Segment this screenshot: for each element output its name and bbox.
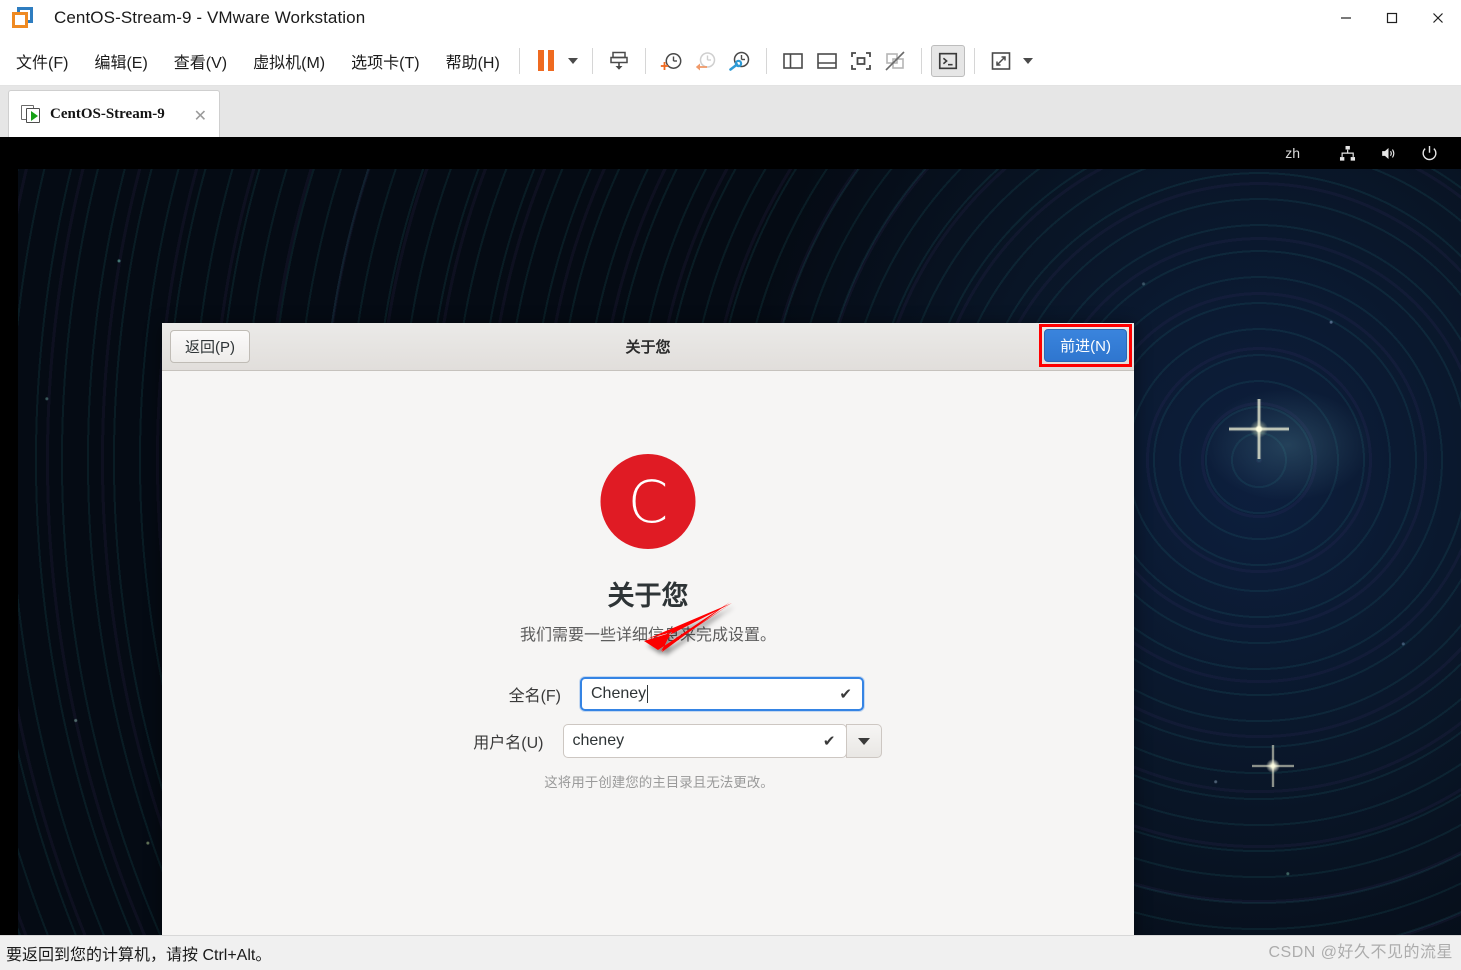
full-name-input[interactable]: Cheney ✔ bbox=[580, 677, 864, 711]
chevron-down-icon bbox=[567, 57, 578, 64]
watermark: CSDN @好久不见的流星 bbox=[1268, 944, 1453, 961]
toolbar-divider bbox=[973, 47, 975, 74]
menu-vm[interactable]: 虚拟机(M) bbox=[243, 45, 335, 77]
window-title: CentOS-Stream-9 - VMware Workstation bbox=[54, 8, 366, 27]
dialog-title: 关于您 bbox=[625, 339, 671, 356]
avatar-letter: C bbox=[627, 467, 669, 536]
close-icon bbox=[1433, 13, 1443, 23]
pause-icon bbox=[537, 50, 554, 71]
initial-setup-dialog: 返回(P) 关于您 前进(N) C 关于您 我们需要一些详细信息来完成设置。 全… bbox=[162, 323, 1134, 935]
suspend-save-icon bbox=[610, 51, 628, 70]
vmware-logo-icon bbox=[10, 5, 36, 31]
power-icon[interactable] bbox=[1420, 144, 1439, 163]
fullscreen-button[interactable] bbox=[844, 45, 878, 77]
username-hint: 这将用于创建您的主目录且无法更改。 bbox=[544, 775, 774, 790]
vm-running-icon bbox=[21, 105, 41, 123]
menu-file[interactable]: 文件(F) bbox=[6, 45, 78, 77]
toolbar-divider bbox=[920, 47, 922, 74]
toolbar-divider bbox=[518, 47, 520, 74]
page-title: 关于您 bbox=[607, 581, 689, 611]
status-message: 要返回到您的计算机，请按 Ctrl+Alt。 bbox=[6, 947, 272, 964]
username-dropdown-button[interactable] bbox=[845, 724, 882, 758]
snapshot-manager-icon bbox=[728, 51, 750, 71]
menu-tabs[interactable]: 选项卡(T) bbox=[341, 45, 429, 77]
dialog-body: C 关于您 我们需要一些详细信息来完成设置。 全名(F) Cheney ✔ 用户… bbox=[162, 371, 1134, 935]
valid-check-icon: ✔ bbox=[839, 686, 852, 703]
menu-help[interactable]: 帮助(H) bbox=[436, 45, 510, 77]
bottom-panel-icon bbox=[816, 52, 837, 69]
fullscreen-frame-icon bbox=[850, 51, 871, 70]
chevron-down-icon bbox=[857, 737, 870, 745]
stretch-guest-button[interactable] bbox=[984, 45, 1018, 77]
unity-mode-button[interactable] bbox=[878, 45, 912, 77]
minimize-icon bbox=[1341, 17, 1351, 19]
gnome-top-bar: zh bbox=[18, 137, 1461, 169]
full-name-label: 全名(F) bbox=[508, 688, 561, 705]
toolbar-divider bbox=[644, 47, 646, 74]
revert-snapshot-button[interactable] bbox=[689, 45, 723, 77]
tab-centos-stream-9[interactable]: CentOS-Stream-9 ✕ bbox=[8, 90, 220, 137]
snapshot-revert-icon bbox=[695, 51, 716, 70]
title-bar: CentOS-Stream-9 - VMware Workstation bbox=[0, 0, 1461, 36]
show-sidebar-button[interactable] bbox=[776, 45, 810, 77]
volume-high-icon[interactable] bbox=[1379, 144, 1398, 163]
menu-toolbar: 文件(F) 编辑(E) 查看(V) 虚拟机(M) 选项卡(T) 帮助(H) bbox=[0, 36, 1461, 86]
menu-edit[interactable]: 编辑(E) bbox=[84, 45, 157, 77]
avatar: C bbox=[600, 454, 696, 549]
pause-dropdown[interactable] bbox=[563, 45, 583, 77]
full-name-value: Cheney bbox=[591, 685, 647, 702]
star-sparkle-icon bbox=[1228, 399, 1289, 460]
suspend-button[interactable] bbox=[602, 45, 636, 77]
snapshot-add-icon bbox=[660, 52, 682, 70]
take-snapshot-button[interactable] bbox=[655, 45, 689, 77]
chevron-down-icon bbox=[1022, 57, 1033, 64]
sidebar-panel-icon bbox=[782, 52, 803, 69]
window-controls bbox=[1323, 0, 1461, 36]
next-button[interactable]: 前进(N) bbox=[1044, 329, 1127, 362]
show-bottom-panel-button[interactable] bbox=[810, 45, 844, 77]
dialog-header: 返回(P) 关于您 前进(N) bbox=[162, 323, 1134, 371]
guest-screen[interactable]: zh 返回(P) 关于您 前进(N) C 关于您 我们需要一些详细信息来完成设置… bbox=[0, 137, 1461, 935]
username-value: cheney bbox=[572, 732, 625, 749]
status-bar: 要返回到您的计算机，请按 Ctrl+Alt。 bbox=[0, 935, 1461, 970]
next-button-highlight: 前进(N) bbox=[1039, 324, 1132, 367]
toolbar-divider bbox=[765, 47, 767, 74]
close-button[interactable] bbox=[1415, 0, 1461, 36]
minimize-button[interactable] bbox=[1323, 0, 1369, 36]
toolbar-divider bbox=[591, 47, 593, 74]
tab-strip: CentOS-Stream-9 ✕ bbox=[0, 86, 1461, 137]
tab-close-icon[interactable]: ✕ bbox=[194, 106, 207, 126]
unity-disabled-icon bbox=[885, 50, 905, 71]
maximize-icon bbox=[1386, 12, 1398, 24]
username-input[interactable]: cheney ✔ bbox=[562, 724, 847, 758]
network-wired-icon[interactable] bbox=[1338, 144, 1357, 163]
expand-diagonal-icon bbox=[991, 51, 1011, 70]
page-subtitle: 我们需要一些详细信息来完成设置。 bbox=[519, 627, 776, 644]
menu-view[interactable]: 查看(V) bbox=[164, 45, 237, 77]
pause-button[interactable] bbox=[529, 45, 563, 77]
stretch-dropdown[interactable] bbox=[1018, 45, 1038, 77]
username-row: 用户名(U) cheney ✔ bbox=[162, 724, 1134, 758]
snapshot-manager-button[interactable] bbox=[723, 45, 757, 77]
vmware-workstation-window: CentOS-Stream-9 - VMware Workstation 文件(… bbox=[0, 0, 1461, 970]
setup-form: 全名(F) Cheney ✔ 用户名(U) cheney ✔ 这将用于创建您的主… bbox=[162, 677, 1134, 791]
full-name-row: 全名(F) Cheney ✔ bbox=[162, 677, 1134, 711]
valid-check-icon: ✔ bbox=[822, 733, 836, 750]
terminal-icon bbox=[938, 52, 957, 69]
star-sparkle-icon bbox=[1252, 745, 1295, 788]
input-source-indicator[interactable]: zh bbox=[1285, 145, 1300, 161]
text-cursor bbox=[647, 685, 649, 703]
console-view-button[interactable] bbox=[930, 44, 965, 77]
username-label: 用户名(U) bbox=[473, 735, 544, 752]
maximize-button[interactable] bbox=[1369, 0, 1415, 36]
tab-label: CentOS-Stream-9 bbox=[50, 105, 165, 122]
